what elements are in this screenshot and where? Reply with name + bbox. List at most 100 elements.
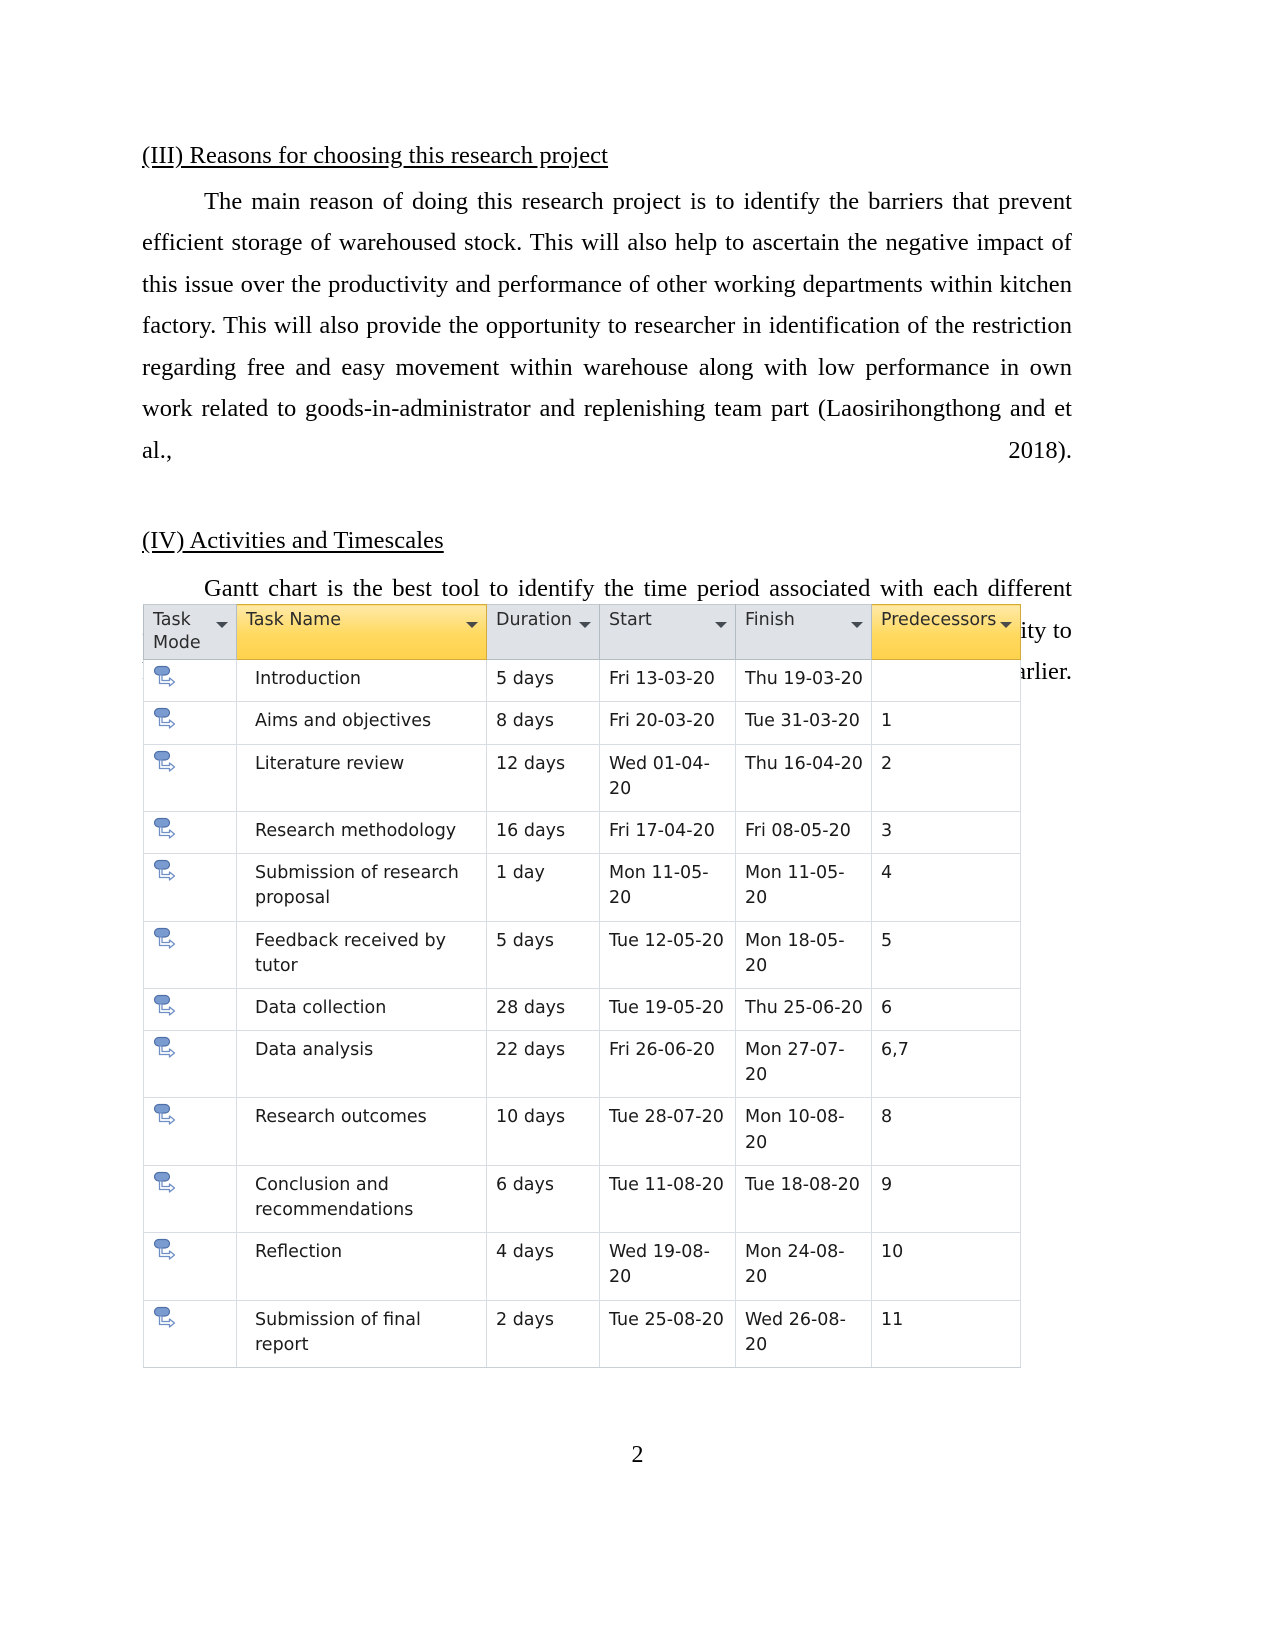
cell-task-name[interactable]: Feedback received by tutor bbox=[236, 920, 487, 989]
cell-finish[interactable]: Wed 26-08-20 bbox=[735, 1299, 872, 1368]
table-row[interactable]: Data analysis 22 days Fri 26-06-20 Mon 27-0… bbox=[143, 1030, 1021, 1099]
cell-duration[interactable]: 5 days bbox=[486, 659, 600, 703]
cell-start[interactable]: Fri 17-04-20 bbox=[599, 810, 736, 855]
table-row[interactable]: Research methodology 16 days Fri 17-04-20 F… bbox=[143, 810, 1021, 855]
cell-predecessors[interactable]: 9 bbox=[871, 1164, 1021, 1234]
cell-predecessors[interactable]: 6,7 bbox=[871, 1030, 1021, 1099]
cell-predecessors[interactable]: 6 bbox=[871, 987, 1021, 1032]
cell-start[interactable]: Wed 01-04-20 bbox=[599, 743, 736, 812]
table-row[interactable]: Aims and objectives 8 days Fri 20-03-20 Tue… bbox=[143, 701, 1021, 745]
cell-finish[interactable]: Mon 27-07-20 bbox=[735, 1030, 872, 1099]
cell-task-mode[interactable] bbox=[143, 810, 237, 855]
cell-duration[interactable]: 12 days bbox=[486, 743, 600, 812]
cell-task-mode[interactable] bbox=[143, 987, 237, 1032]
cell-finish[interactable]: Tue 18-08-20 bbox=[735, 1164, 872, 1234]
auto-scheduled-icon[interactable] bbox=[153, 665, 236, 692]
auto-scheduled-icon[interactable] bbox=[153, 817, 236, 844]
cell-finish[interactable]: Thu 25-06-20 bbox=[735, 987, 872, 1032]
cell-start[interactable]: Fri 26-06-20 bbox=[599, 1030, 736, 1099]
cell-start[interactable]: Mon 11-05-20 bbox=[599, 853, 736, 922]
cell-duration[interactable]: 4 days bbox=[486, 1232, 600, 1301]
cell-start[interactable]: Tue 12-05-20 bbox=[599, 920, 736, 989]
cell-task-mode[interactable] bbox=[143, 1232, 237, 1301]
column-header-task-mode[interactable]: Task Mode bbox=[143, 603, 237, 661]
cell-duration[interactable]: 8 days bbox=[486, 701, 600, 745]
cell-task-mode[interactable] bbox=[143, 853, 237, 922]
cell-duration[interactable]: 28 days bbox=[486, 987, 600, 1032]
cell-task-mode[interactable] bbox=[143, 743, 237, 812]
cell-task-name[interactable]: Research outcomes bbox=[236, 1097, 487, 1166]
auto-scheduled-icon[interactable] bbox=[153, 859, 236, 886]
column-header-finish[interactable]: Finish bbox=[735, 603, 872, 661]
chevron-down-icon[interactable] bbox=[1000, 622, 1012, 628]
cell-predecessors[interactable]: 11 bbox=[871, 1299, 1021, 1368]
cell-start[interactable]: Fri 13-03-20 bbox=[599, 659, 736, 703]
cell-predecessors[interactable]: 4 bbox=[871, 853, 1021, 922]
cell-task-name[interactable]: Submission of research proposal bbox=[236, 853, 487, 922]
cell-task-mode[interactable] bbox=[143, 1299, 237, 1368]
cell-predecessors[interactable]: 10 bbox=[871, 1232, 1021, 1301]
cell-finish[interactable]: Thu 19-03-20 bbox=[735, 659, 872, 703]
cell-start[interactable]: Tue 28-07-20 bbox=[599, 1097, 736, 1166]
cell-task-name[interactable]: Conclusion and recommendations bbox=[236, 1164, 487, 1234]
column-header-task-name[interactable]: Task Name bbox=[236, 603, 487, 661]
cell-task-name[interactable]: Submission of final report bbox=[236, 1299, 487, 1368]
cell-task-mode[interactable] bbox=[143, 659, 237, 703]
cell-start[interactable]: Fri 20-03-20 bbox=[599, 701, 736, 745]
cell-duration[interactable]: 10 days bbox=[486, 1097, 600, 1166]
cell-duration[interactable]: 1 day bbox=[486, 853, 600, 922]
chevron-down-icon[interactable] bbox=[466, 622, 478, 628]
cell-task-mode[interactable] bbox=[143, 1164, 237, 1234]
cell-task-name[interactable]: Data analysis bbox=[236, 1030, 487, 1099]
auto-scheduled-icon[interactable] bbox=[153, 1171, 236, 1198]
auto-scheduled-icon[interactable] bbox=[153, 1306, 236, 1333]
chevron-down-icon[interactable] bbox=[579, 622, 591, 628]
cell-duration[interactable]: 2 days bbox=[486, 1299, 600, 1368]
cell-task-mode[interactable] bbox=[143, 1097, 237, 1166]
cell-finish[interactable]: Mon 10-08-20 bbox=[735, 1097, 872, 1166]
cell-duration[interactable]: 6 days bbox=[486, 1164, 600, 1234]
cell-predecessors[interactable]: 2 bbox=[871, 743, 1021, 812]
table-row[interactable]: Data collection 28 days Tue 19-05-20 Thu 25… bbox=[143, 987, 1021, 1032]
chevron-down-icon[interactable] bbox=[715, 622, 727, 628]
cell-task-name[interactable]: Data collection bbox=[236, 987, 487, 1032]
table-row[interactable]: Conclusion and recommendations 6 days Tue … bbox=[143, 1164, 1021, 1234]
auto-scheduled-icon[interactable] bbox=[153, 1238, 236, 1265]
cell-predecessors[interactable]: 5 bbox=[871, 920, 1021, 989]
cell-start[interactable]: Wed 19-08-20 bbox=[599, 1232, 736, 1301]
auto-scheduled-icon[interactable] bbox=[153, 927, 236, 954]
cell-start[interactable]: Tue 25-08-20 bbox=[599, 1299, 736, 1368]
cell-task-name[interactable]: Reflection bbox=[236, 1232, 487, 1301]
cell-finish[interactable]: Thu 16-04-20 bbox=[735, 743, 872, 812]
chevron-down-icon[interactable] bbox=[216, 622, 228, 628]
cell-duration[interactable]: 22 days bbox=[486, 1030, 600, 1099]
auto-scheduled-icon[interactable] bbox=[153, 707, 236, 734]
cell-duration[interactable]: 5 days bbox=[486, 920, 600, 989]
cell-task-mode[interactable] bbox=[143, 701, 237, 745]
auto-scheduled-icon[interactable] bbox=[153, 1103, 236, 1130]
cell-task-name[interactable]: Aims and objectives bbox=[236, 701, 487, 745]
column-header-duration[interactable]: Duration bbox=[486, 603, 600, 661]
auto-scheduled-icon[interactable] bbox=[153, 1036, 236, 1063]
cell-task-mode[interactable] bbox=[143, 920, 237, 989]
table-row[interactable]: Submission of research proposal 1 day Mon … bbox=[143, 853, 1021, 922]
chevron-down-icon[interactable] bbox=[851, 622, 863, 628]
column-header-predecessors[interactable]: Predecessors bbox=[871, 603, 1021, 661]
table-row[interactable]: Feedback received by tutor 5 days Tue 12-0… bbox=[143, 920, 1021, 989]
cell-task-name[interactable]: Research methodology bbox=[236, 810, 487, 855]
cell-predecessors[interactable]: 1 bbox=[871, 701, 1021, 745]
table-row[interactable]: Reflection 4 days Wed 19-08-20 Mon 24-08-20… bbox=[143, 1232, 1021, 1301]
column-header-start[interactable]: Start bbox=[599, 603, 736, 661]
cell-task-mode[interactable] bbox=[143, 1030, 237, 1099]
cell-finish[interactable]: Mon 18-05-20 bbox=[735, 920, 872, 989]
cell-finish[interactable]: Fri 08-05-20 bbox=[735, 810, 872, 855]
cell-finish[interactable]: Mon 11-05-20 bbox=[735, 853, 872, 922]
cell-predecessors[interactable] bbox=[871, 659, 1021, 703]
auto-scheduled-icon[interactable] bbox=[153, 994, 236, 1021]
cell-predecessors[interactable]: 8 bbox=[871, 1097, 1021, 1166]
cell-finish[interactable]: Mon 24-08-20 bbox=[735, 1232, 872, 1301]
cell-start[interactable]: Tue 19-05-20 bbox=[599, 987, 736, 1032]
auto-scheduled-icon[interactable] bbox=[153, 750, 236, 777]
cell-task-name[interactable]: Introduction bbox=[236, 659, 487, 703]
table-row[interactable]: Research outcomes 10 days Tue 28-07-20 Mon … bbox=[143, 1097, 1021, 1166]
